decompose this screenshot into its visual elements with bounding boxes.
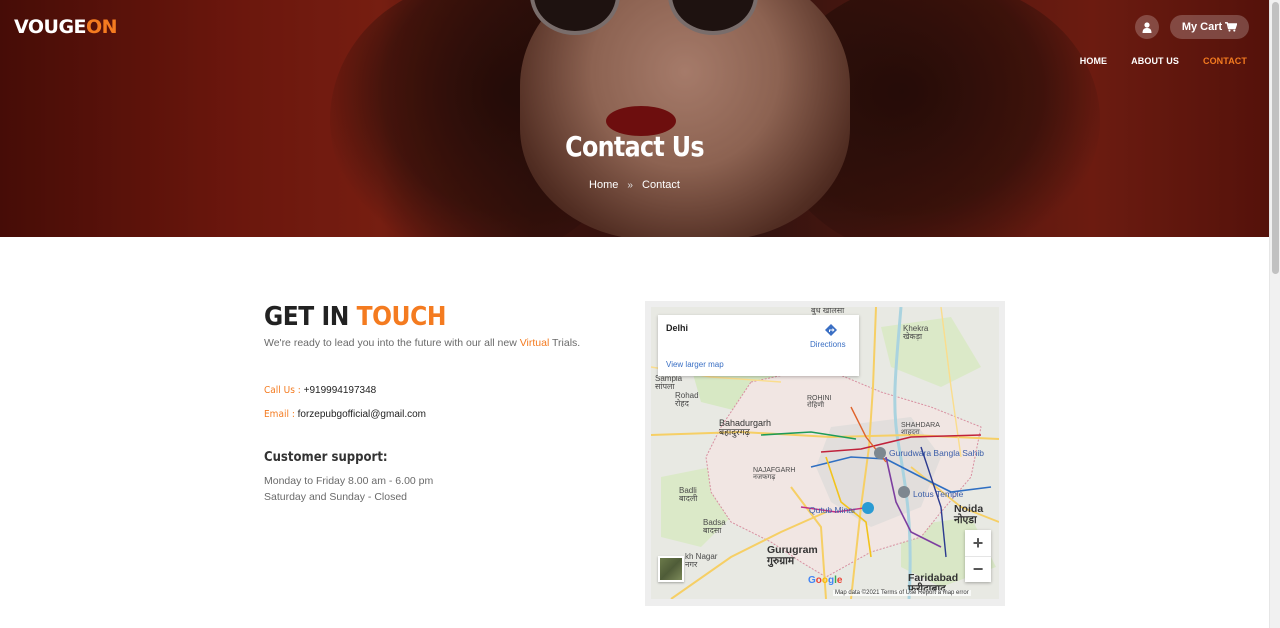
map-label-shahdara: SHAHDARA शाहदरा <box>901 422 940 437</box>
google-logo: Google <box>808 575 843 586</box>
map-label-khekra: Khekra खेकड़ा <box>903 324 929 342</box>
email-row: Email : forzepubgofficial@gmail.com <box>264 409 426 420</box>
zoom-in-button[interactable]: + <box>965 530 991 556</box>
hero-banner: VOUGEON My Cart HOME ABOUT US CONTACT Co… <box>0 0 1269 237</box>
map-place-card: Delhi Directions View larger map <box>658 315 859 376</box>
map-poi-gurudwara[interactable]: Gurudwara Bangla Sahib <box>889 448 984 458</box>
logo[interactable]: VOUGEON <box>14 16 118 38</box>
map-label-badli: Badli बादली <box>679 486 698 504</box>
map-label-bahadurgarh: Bahadurgarh बहादुरगढ़ <box>719 418 772 438</box>
breadcrumb-separator-icon: » <box>627 180 633 191</box>
satellite-toggle-button[interactable] <box>658 556 684 582</box>
embedded-map[interactable]: बुध खालसा Khekra खेकड़ा Sampla सांपला Ro… <box>651 307 999 599</box>
nav-about-us[interactable]: ABOUT US <box>1131 56 1179 66</box>
scrollbar-thumb[interactable] <box>1272 2 1279 274</box>
map-attribution[interactable]: Map data ©2021 Terms of Use Report a map… <box>833 590 971 596</box>
nav-home[interactable]: HOME <box>1080 56 1107 66</box>
email-address[interactable]: forzepubgofficial@gmail.com <box>298 409 426 420</box>
view-larger-map-link[interactable]: View larger map <box>666 360 724 369</box>
cart-button[interactable]: My Cart <box>1170 15 1249 39</box>
breadcrumb-current: Contact <box>642 179 680 191</box>
map-label-badsa: Badsa बादसा <box>703 518 726 536</box>
map-label-noida: Noida नोएडा <box>954 503 984 527</box>
zoom-out-button[interactable]: − <box>965 556 991 582</box>
call-us-label: Call Us : <box>264 385 301 396</box>
cart-icon <box>1225 22 1238 32</box>
map-zoom-controls: + − <box>965 530 991 582</box>
map-poi-qutub-minar[interactable]: Qutub Minar <box>809 505 856 515</box>
map-label-sampla: Sampla सांपला <box>655 374 683 392</box>
map-place-name: Delhi <box>666 323 689 333</box>
map-label-najafgarh: NAJAFGARH नजफगढ़ <box>753 467 796 482</box>
cart-label: My Cart <box>1181 21 1223 33</box>
map-label-rohini: ROHINI रोहिणी <box>807 395 832 410</box>
customer-support-heading: Customer support: <box>264 450 388 465</box>
breadcrumb-home[interactable]: Home <box>589 179 618 191</box>
breadcrumb: Home » Contact <box>0 179 1269 191</box>
map-label-nagar: kh Nagar नगर <box>685 552 718 570</box>
user-account-button[interactable] <box>1135 15 1159 39</box>
directions-icon[interactable] <box>824 323 838 337</box>
map-label-gurugram: Gurugram गुरुग्राम <box>767 544 818 568</box>
call-us-row: Call Us : +919994197348 <box>264 385 376 396</box>
page-scrollbar[interactable] <box>1269 0 1280 628</box>
phone-number[interactable]: +919994197348 <box>304 385 377 396</box>
map-poi-lotus-temple[interactable]: Lotus Temple <box>913 489 963 499</box>
nav-contact[interactable]: CONTACT <box>1203 56 1247 66</box>
email-label: Email : <box>264 409 295 420</box>
main-nav: HOME ABOUT US CONTACT <box>1080 56 1247 66</box>
support-hours-weekend: Saturday and Sunday - Closed <box>264 491 408 503</box>
user-icon <box>1142 21 1152 33</box>
map-label-rohad: Rohad रोहद <box>675 391 699 409</box>
page-title: Contact Us <box>565 130 704 163</box>
support-hours-weekday: Monday to Friday 8.00 am - 6.00 pm <box>264 475 434 487</box>
directions-link[interactable]: Directions <box>810 340 846 349</box>
get-in-touch-heading: GET IN TOUCH <box>264 302 446 332</box>
tagline: We're ready to lead you into the future … <box>264 337 581 349</box>
